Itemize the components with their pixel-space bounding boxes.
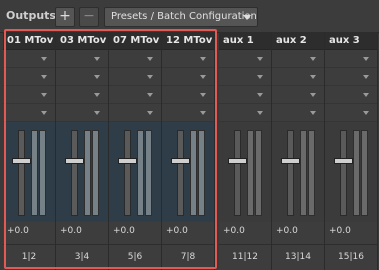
insert-slot[interactable] bbox=[325, 50, 377, 68]
insert-slot[interactable] bbox=[219, 68, 271, 86]
level-meter-left bbox=[247, 130, 254, 216]
channel-strip[interactable]: aux 1 +0.0 11|12 bbox=[219, 32, 272, 270]
chevron-down-icon bbox=[363, 111, 369, 115]
presets-dropdown[interactable]: Presets / Batch Configuration bbox=[104, 7, 258, 27]
level-meter-left bbox=[353, 130, 360, 216]
insert-slot[interactable] bbox=[219, 50, 271, 68]
insert-slot[interactable] bbox=[325, 104, 377, 122]
fader-track[interactable] bbox=[340, 130, 347, 216]
insert-slot[interactable] bbox=[272, 50, 324, 68]
channel-strip[interactable]: aux 2 +0.0 13|14 bbox=[272, 32, 325, 270]
selection-highlight bbox=[4, 29, 217, 269]
fader-handle[interactable] bbox=[228, 158, 247, 164]
channel-name[interactable]: aux 3 bbox=[325, 32, 377, 50]
chevron-down-icon bbox=[257, 93, 263, 97]
output-routing[interactable]: 15|16 bbox=[325, 244, 377, 270]
insert-slot[interactable] bbox=[325, 68, 377, 86]
level-meter-right bbox=[308, 130, 315, 216]
insert-slot[interactable] bbox=[219, 86, 271, 104]
fader-handle[interactable] bbox=[334, 158, 353, 164]
fader-handle[interactable] bbox=[281, 158, 300, 164]
insert-slot[interactable] bbox=[272, 104, 324, 122]
fader-track[interactable] bbox=[287, 130, 294, 216]
add-output-button[interactable]: + bbox=[55, 7, 75, 27]
volume-value[interactable]: +0.0 bbox=[329, 226, 351, 236]
chevron-down-icon bbox=[257, 57, 263, 61]
volume-value[interactable]: +0.0 bbox=[223, 226, 245, 236]
presets-dropdown-label: Presets / Batch Configuration bbox=[111, 11, 257, 22]
chevron-down-icon bbox=[310, 57, 316, 61]
chevron-down-icon bbox=[257, 75, 263, 79]
level-meter-right bbox=[255, 130, 262, 216]
channel-name[interactable]: aux 2 bbox=[272, 32, 324, 50]
chevron-down-icon bbox=[310, 111, 316, 115]
channel-name[interactable]: aux 1 bbox=[219, 32, 271, 50]
chevron-down-icon bbox=[310, 93, 316, 97]
remove-output-button[interactable]: − bbox=[79, 7, 99, 27]
level-meter-left bbox=[300, 130, 307, 216]
insert-slot[interactable] bbox=[325, 86, 377, 104]
output-routing[interactable]: 11|12 bbox=[219, 244, 271, 270]
fader-section bbox=[219, 122, 271, 222]
output-routing[interactable]: 13|14 bbox=[272, 244, 324, 270]
chevron-down-icon bbox=[363, 93, 369, 97]
volume-value[interactable]: +0.0 bbox=[276, 226, 298, 236]
insert-slot[interactable] bbox=[272, 86, 324, 104]
channel-strip[interactable]: aux 3 +0.0 15|16 bbox=[325, 32, 378, 270]
insert-slot[interactable] bbox=[219, 104, 271, 122]
fader-section bbox=[272, 122, 324, 222]
fader-section bbox=[325, 122, 377, 222]
chevron-down-icon bbox=[363, 75, 369, 79]
chevron-down-icon bbox=[363, 57, 369, 61]
level-meter-right bbox=[361, 130, 368, 216]
panel-title: Outputs bbox=[6, 9, 56, 22]
chevron-down-icon bbox=[243, 15, 251, 20]
insert-slot[interactable] bbox=[272, 68, 324, 86]
chevron-down-icon bbox=[310, 75, 316, 79]
fader-track[interactable] bbox=[234, 130, 241, 216]
chevron-down-icon bbox=[257, 111, 263, 115]
